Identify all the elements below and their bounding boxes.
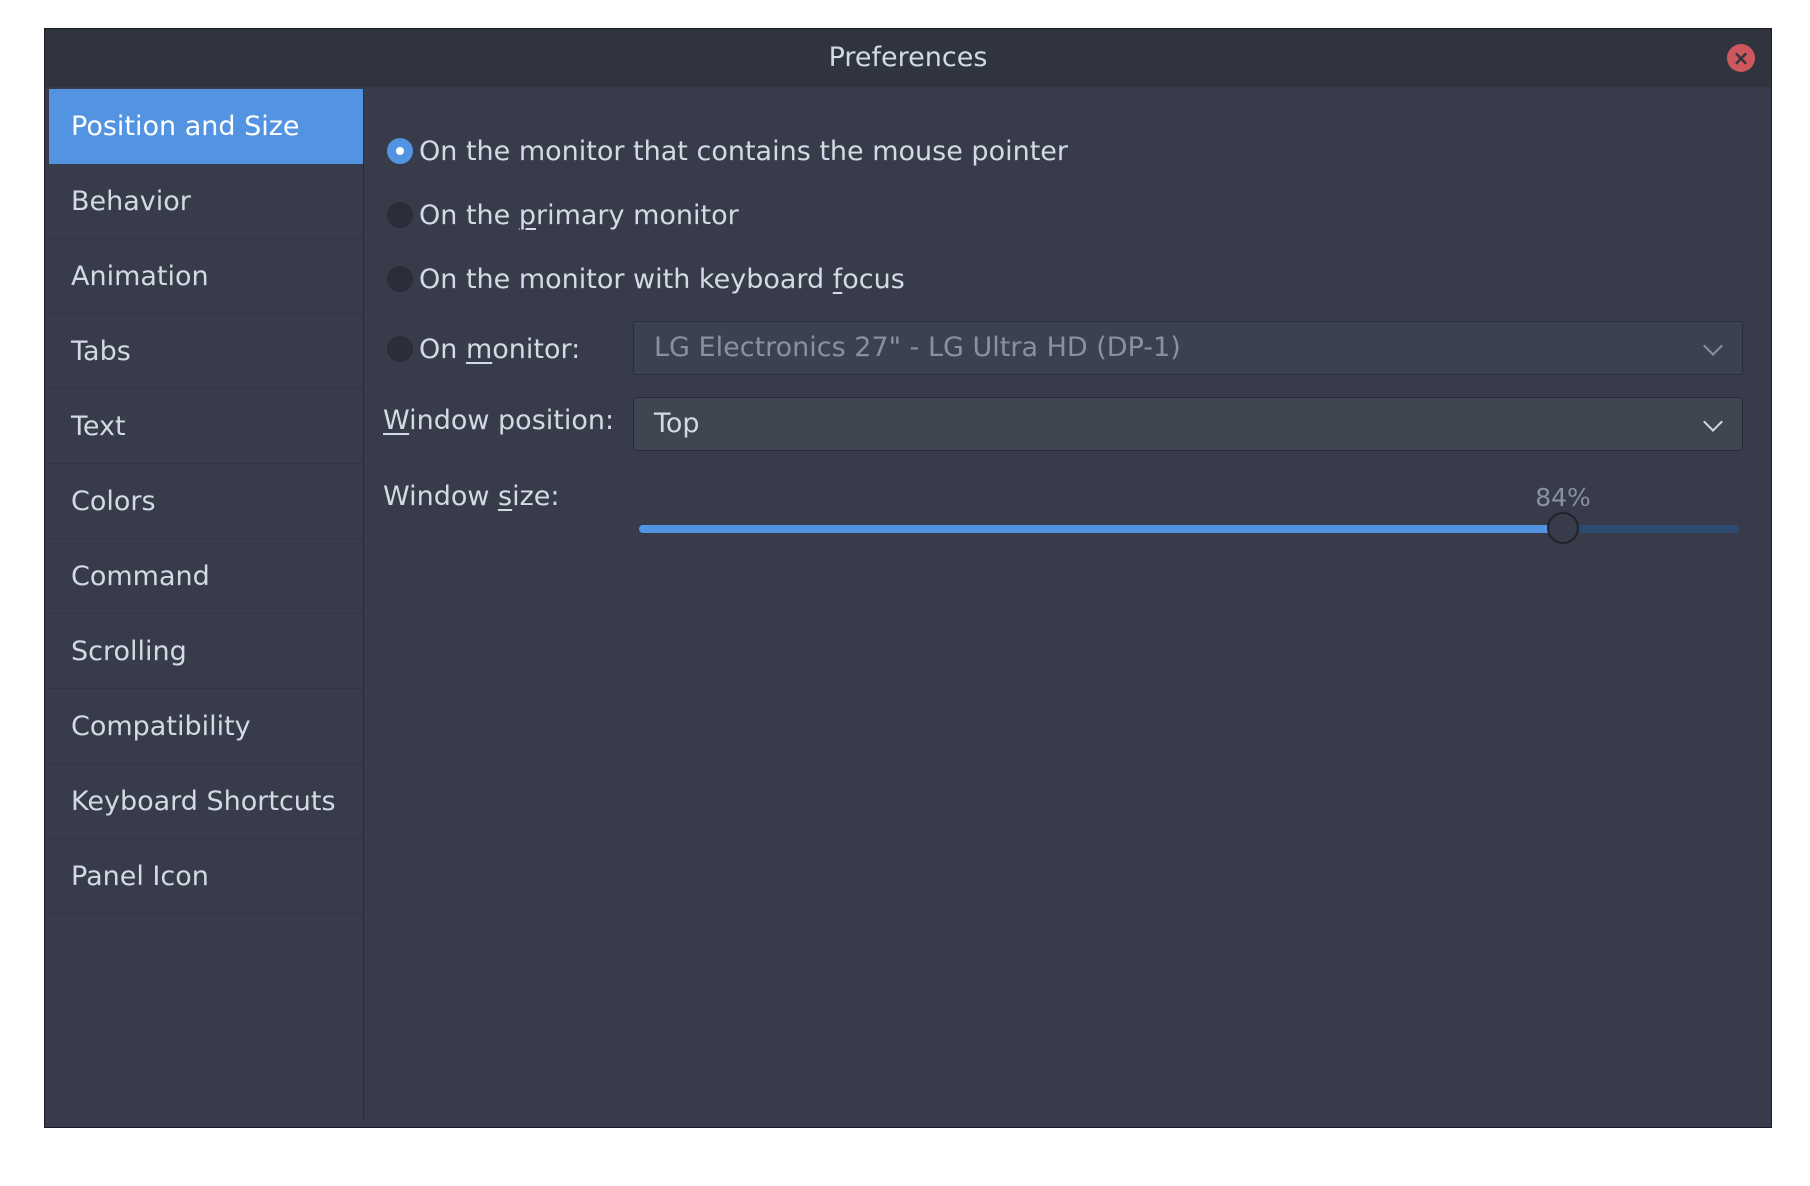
settings-panel: On the monitor that contains the mouse p… <box>365 89 1771 1127</box>
monitor-select-value: LG Electronics 27" - LG Ultra HD (DP-1) <box>654 332 1181 363</box>
window-title: Preferences <box>828 42 988 73</box>
sidebar-item-behavior[interactable]: Behavior <box>49 164 363 239</box>
close-icon: × <box>1732 46 1750 70</box>
close-button[interactable]: × <box>1727 44 1755 72</box>
radio-label: On the monitor that contains the mouse p… <box>419 135 1069 167</box>
radio-button[interactable] <box>387 266 413 292</box>
radio-label: On the primary monitor <box>419 199 739 231</box>
window-position-value: Top <box>654 408 700 439</box>
slider-fill <box>639 525 1563 533</box>
sidebar-item-panel-icon[interactable]: Panel Icon <box>49 839 363 914</box>
window-size-label: Window size: <box>383 481 560 512</box>
sidebar-item-scrolling[interactable]: Scrolling <box>49 614 363 689</box>
radio-label: On the monitor with keyboard focus <box>419 263 905 295</box>
radio-specific-monitor[interactable]: On monitor: <box>387 329 580 369</box>
window-size-slider[interactable]: 84% <box>639 483 1739 544</box>
radio-keyboard-focus-monitor[interactable]: On the monitor with keyboard focus <box>387 259 905 299</box>
preferences-window: Preferences × Position and Size Behavior… <box>44 28 1772 1128</box>
sidebar-item-text[interactable]: Text <box>49 389 363 464</box>
monitor-select[interactable]: LG Electronics 27" - LG Ultra HD (DP-1) <box>633 321 1743 375</box>
window-position-select[interactable]: Top <box>633 397 1743 451</box>
sidebar-item-animation[interactable]: Animation <box>49 239 363 314</box>
slider-handle[interactable] <box>1547 512 1579 544</box>
titlebar: Preferences × <box>45 29 1771 87</box>
sidebar-item-keyboard-shortcuts[interactable]: Keyboard Shortcuts <box>49 764 363 839</box>
slider-value-label: 84% <box>1535 483 1591 512</box>
chevron-down-icon <box>1703 336 1723 356</box>
sidebar-item-tabs[interactable]: Tabs <box>49 314 363 389</box>
radio-mouse-pointer-monitor[interactable]: On the monitor that contains the mouse p… <box>387 131 1068 171</box>
radio-label: On monitor: <box>419 333 581 365</box>
sidebar-item-compatibility[interactable]: Compatibility <box>49 689 363 764</box>
sidebar-item-command[interactable]: Command <box>49 539 363 614</box>
sidebar-item-colors[interactable]: Colors <box>49 464 363 539</box>
window-position-label: Window position: <box>383 405 615 436</box>
radio-button[interactable] <box>387 138 413 164</box>
chevron-down-icon <box>1703 412 1723 432</box>
radio-primary-monitor[interactable]: On the primary monitor <box>387 195 739 235</box>
radio-button[interactable] <box>387 336 413 362</box>
sidebar: Position and Size Behavior Animation Tab… <box>49 89 364 1119</box>
radio-button[interactable] <box>387 202 413 228</box>
sidebar-item-position-and-size[interactable]: Position and Size <box>49 89 363 164</box>
